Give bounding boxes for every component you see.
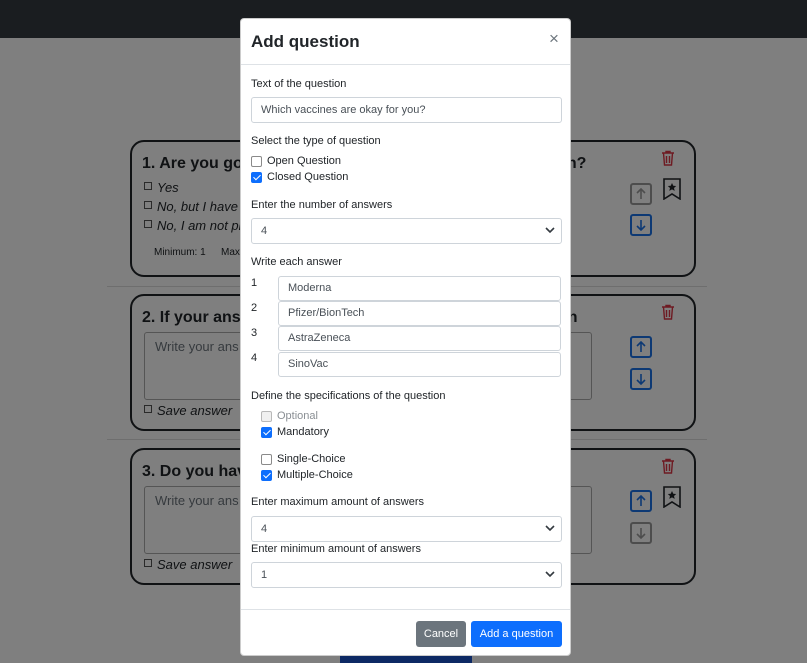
modal-footer: Cancel Add a question: [241, 609, 570, 657]
open-question-checkbox[interactable]: [251, 155, 262, 167]
add-question-button[interactable]: Add a question: [471, 621, 562, 647]
num-answers-select[interactable]: 4: [251, 218, 562, 244]
min-answers-label: Enter minimum amount of answers: [251, 543, 421, 555]
answer-input-3[interactable]: AstraZeneca: [278, 326, 561, 351]
min-answers-value: 1: [261, 569, 268, 581]
closed-question-option[interactable]: Closed Question: [251, 171, 348, 183]
num-answers-value: 4: [261, 225, 268, 237]
open-question-label: Open Question: [267, 155, 341, 167]
single-choice-option[interactable]: Single-Choice: [261, 453, 345, 465]
min-answers-select[interactable]: 1: [251, 562, 562, 588]
cancel-button[interactable]: Cancel: [416, 621, 466, 647]
single-choice-label: Single-Choice: [277, 453, 346, 465]
chevron-down-icon: [545, 227, 555, 234]
num-answers-label: Enter the number of answers: [251, 199, 393, 211]
optional-checkbox[interactable]: [261, 410, 272, 422]
answer-number: 4: [251, 352, 258, 364]
answer-input-4[interactable]: SinoVac: [278, 352, 561, 377]
mandatory-checkbox[interactable]: [261, 426, 272, 438]
question-text-label: Text of the question: [251, 78, 347, 90]
specifications-label: Define the specifications of the questio…: [251, 390, 446, 402]
answer-number: 3: [251, 327, 258, 339]
question-type-label: Select the type of question: [251, 135, 381, 147]
closed-question-checkbox[interactable]: [251, 171, 262, 183]
modal-title: Add question: [251, 32, 360, 51]
chevron-down-icon: [545, 525, 555, 532]
max-answers-label: Enter maximum amount of answers: [251, 496, 425, 508]
multiple-choice-option[interactable]: Multiple-Choice: [261, 469, 353, 481]
add-question-modal: Add question × Text of the question Whic…: [240, 18, 571, 656]
question-text-input[interactable]: Which vaccines are okay for you?: [251, 97, 562, 123]
answer-input-1[interactable]: Moderna: [278, 276, 561, 301]
mandatory-option[interactable]: Mandatory: [261, 426, 329, 438]
max-answers-value: 4: [261, 523, 268, 535]
closed-question-label: Closed Question: [267, 171, 349, 183]
multiple-choice-label: Multiple-Choice: [277, 469, 353, 481]
modal-header: Add question ×: [241, 19, 570, 65]
open-question-option[interactable]: Open Question: [251, 155, 341, 167]
multiple-choice-checkbox[interactable]: [261, 469, 272, 481]
single-choice-checkbox[interactable]: [261, 453, 272, 465]
optional-label: Optional: [277, 410, 318, 422]
max-answers-select[interactable]: 4: [251, 516, 562, 542]
chevron-down-icon: [545, 571, 555, 578]
close-button[interactable]: ×: [549, 29, 559, 49]
mandatory-label: Mandatory: [277, 426, 329, 438]
optional-option[interactable]: Optional: [261, 410, 318, 422]
answer-input-2[interactable]: Pfizer/BionTech: [278, 301, 561, 326]
answers-label: Write each answer: [251, 256, 342, 268]
answer-number: 2: [251, 302, 258, 314]
answer-number: 1: [251, 277, 258, 289]
